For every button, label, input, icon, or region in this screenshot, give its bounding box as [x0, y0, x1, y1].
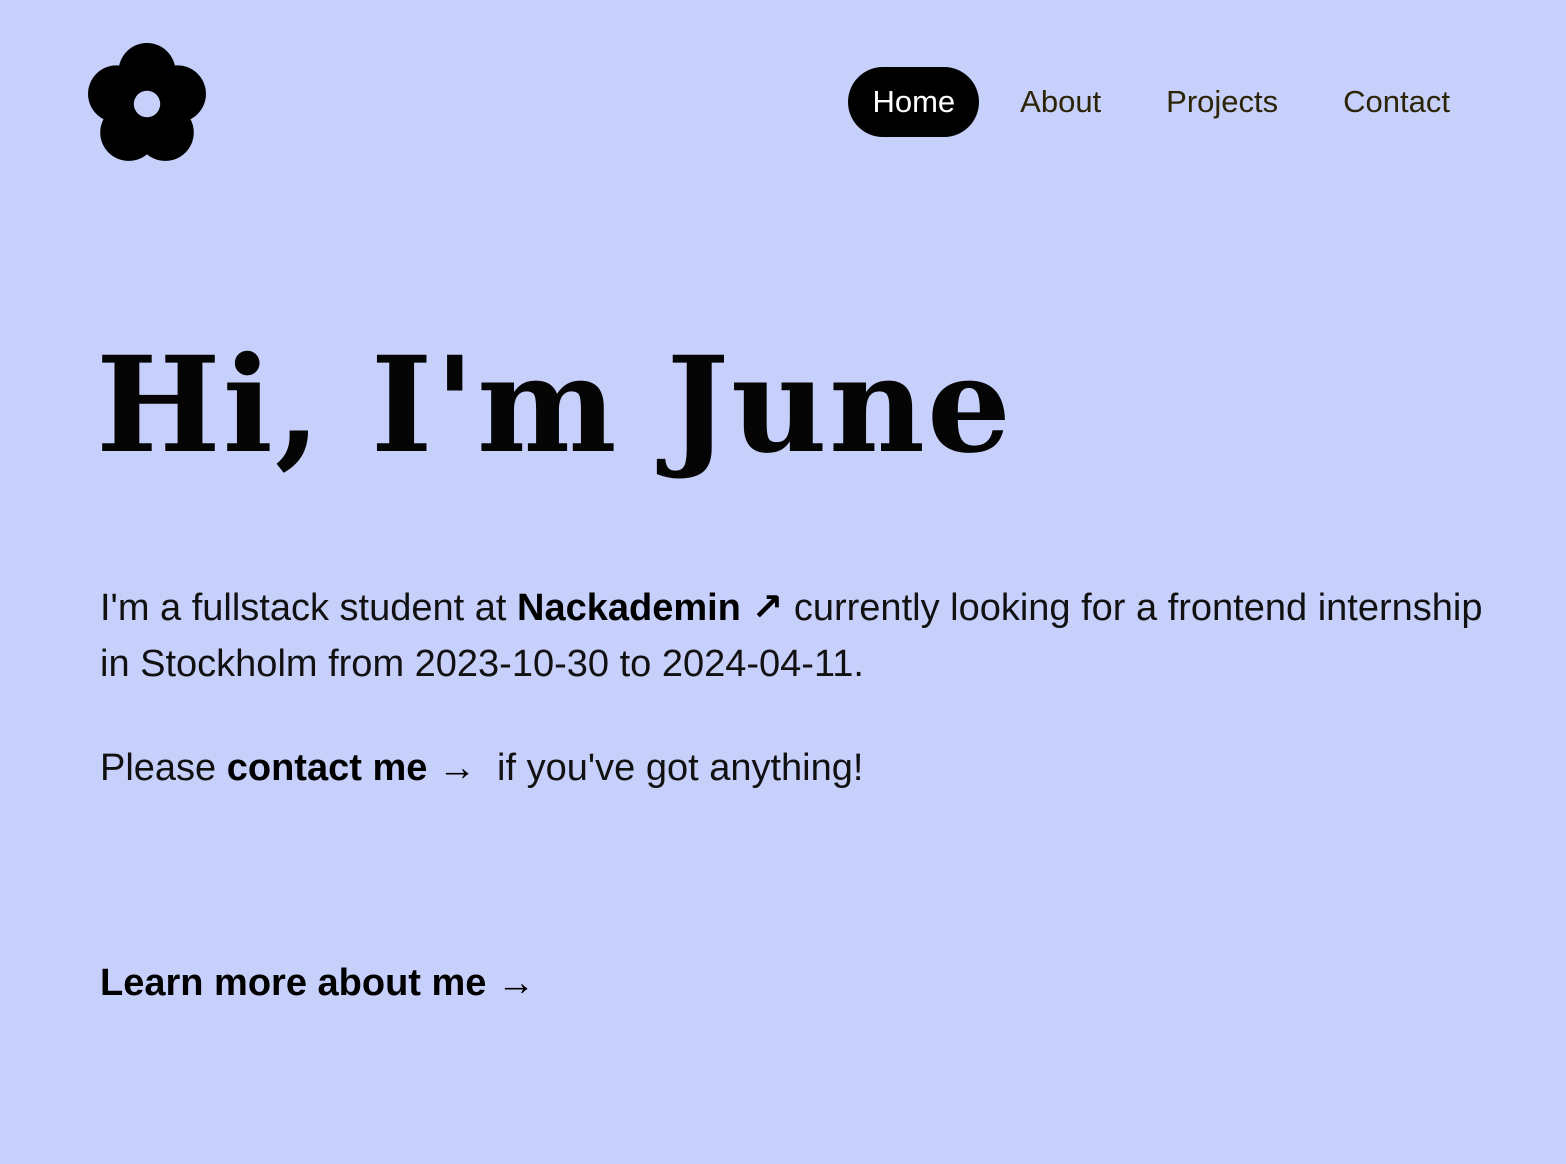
main-nav: Home About Projects Contact [848, 67, 1474, 137]
external-link-icon: ↗ [751, 587, 784, 629]
flower-icon[interactable] [86, 43, 208, 165]
nav-about-link[interactable]: About [996, 67, 1125, 137]
contact-me-label: contact me [226, 747, 428, 789]
nav-projects-link[interactable]: Projects [1142, 67, 1302, 137]
arrow-right-icon: → [437, 747, 476, 789]
contact-prefix: Please [100, 747, 227, 789]
contact-suffix: if you've got anything! [475, 747, 864, 789]
hero-title: Hi, I'm June [96, 328, 1013, 483]
nav-contact-link[interactable]: Contact [1319, 67, 1474, 137]
contact-me-link[interactable]: contact me → [227, 747, 476, 789]
nav-home-link[interactable]: Home [848, 67, 980, 137]
arrow-right-icon: → [496, 962, 535, 1004]
contact-paragraph: Please contact me → if you've got anythi… [100, 740, 863, 796]
intro-prefix: I'm a fullstack student at [100, 587, 517, 629]
learn-more-link[interactable]: Learn more about me → [100, 957, 535, 1009]
learn-more-label: Learn more about me [100, 962, 487, 1004]
nackademin-link-label: Nackademin [517, 587, 741, 629]
site-header: Home About Projects Contact [0, 0, 1566, 200]
intro-paragraph: I'm a fullstack student at Nackademin ↗ … [100, 580, 1500, 692]
nackademin-link[interactable]: Nackademin ↗ [517, 587, 783, 629]
